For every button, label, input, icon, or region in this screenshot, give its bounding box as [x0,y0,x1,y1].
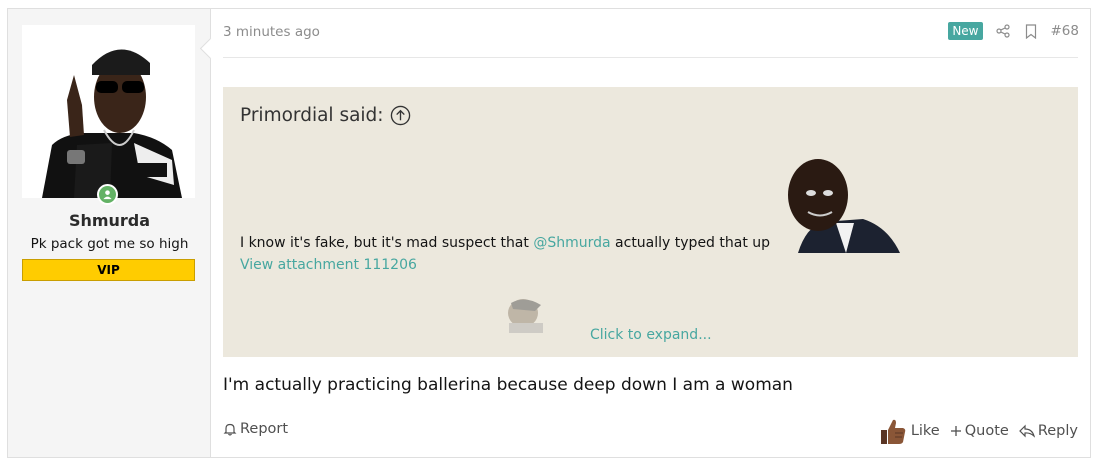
user-icon [103,190,112,200]
report-label: Report [240,421,289,437]
quote-header[interactable]: Primordial said: [240,105,411,126]
plus-icon [950,426,961,436]
header-divider [223,57,1078,58]
quote-text-before: I know it's fake, but it's mad suspect t… [240,235,534,251]
quote-text: I know it's fake, but it's mad suspect t… [240,235,770,251]
thumbs-up-icon [880,419,906,444]
user-mention-link[interactable]: @Shmurda [533,235,610,251]
username[interactable]: Shmurda [8,211,211,230]
new-badge: New [948,22,983,40]
post-timestamp[interactable]: 3 minutes ago [223,24,320,40]
reply-label: Reply [1037,423,1078,439]
online-status-indicator [97,184,118,205]
post-main: 3 minutes ago New #68 Primordial said: I… [211,9,1090,457]
share-icon[interactable] [995,23,1011,39]
report-button[interactable]: Report [223,421,288,437]
vip-banner: VIP [22,259,195,281]
footer-actions: Like Quote Reply [878,416,1078,446]
avatar[interactable] [22,25,195,198]
click-to-expand-link[interactable]: Click to expand... [590,327,712,343]
attachment-link[interactable]: View attachment 111206 [240,257,417,273]
quote-label: Quote [964,423,1009,439]
reply-button[interactable]: Reply [1018,423,1078,439]
reaction-image [778,157,903,253]
post-number-link[interactable]: #68 [1051,23,1080,39]
user-column: Shmurda Pk pack got me so high VIP [8,9,211,457]
arrow-up-circle-icon[interactable] [390,105,411,126]
quote-author: Primordial said: [240,105,384,126]
post-actions: New #68 [948,22,1079,40]
quote-block: Primordial said: I know it's fake, but i… [223,87,1078,357]
like-button[interactable]: Like [878,416,940,446]
like-label: Like [910,423,940,439]
user-title: Pk pack got me so high [30,236,189,252]
bell-icon [223,423,237,436]
bookmark-icon[interactable] [1023,23,1039,39]
quote-text-after: actually typed that up [610,235,771,251]
reply-icon [1018,424,1035,438]
forum-post: Shmurda Pk pack got me so high VIP 3 min… [7,8,1091,458]
quote-button[interactable]: Quote [950,423,1009,439]
faded-image-preview [505,297,547,333]
post-footer: Report Like Quote Reply [223,419,1078,444]
post-message: I'm actually practicing ballerina becaus… [223,375,793,395]
